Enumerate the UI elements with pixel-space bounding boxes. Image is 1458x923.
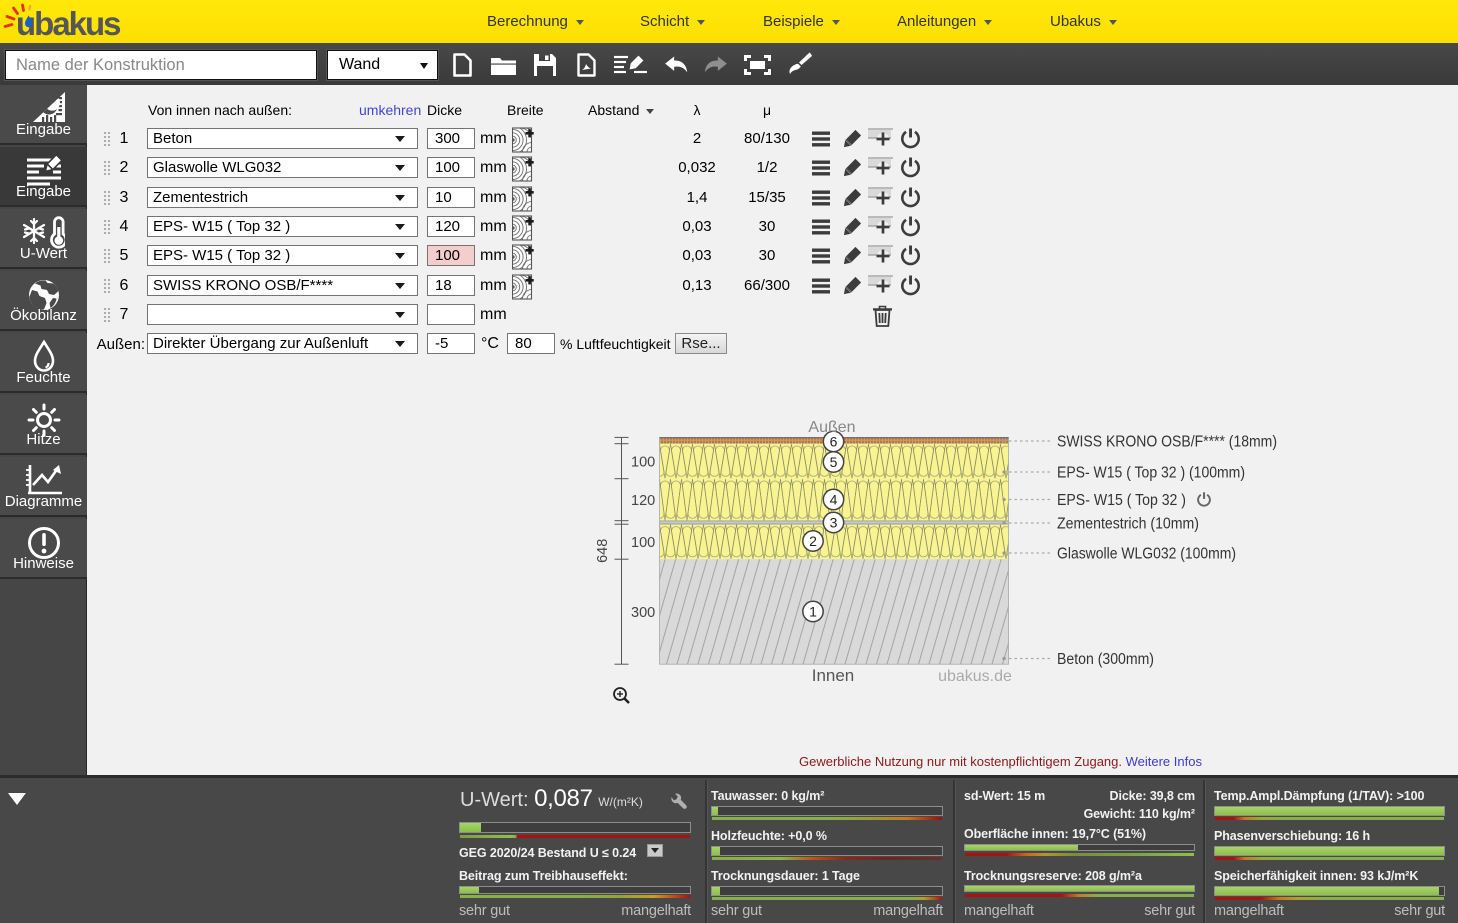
svg-text:EPS- W15 ( Top 32 ): EPS- W15 ( Top 32 ) xyxy=(1057,492,1186,509)
svg-text:300: 300 xyxy=(631,605,655,621)
svg-text:648: 648 xyxy=(595,539,611,563)
svg-text:1: 1 xyxy=(809,604,817,620)
svg-text:Beton (300mm): Beton (300mm) xyxy=(1057,651,1154,668)
svg-text:2: 2 xyxy=(809,533,817,549)
svg-text:5: 5 xyxy=(830,454,838,470)
svg-text:120: 120 xyxy=(631,493,655,509)
svg-text:100: 100 xyxy=(631,535,655,551)
svg-text:SWISS KRONO OSB/F**** (18mm): SWISS KRONO OSB/F**** (18mm) xyxy=(1057,434,1277,451)
svg-text:Innen: Innen xyxy=(812,666,855,685)
svg-text:EPS- W15 ( Top 32 ) (100mm): EPS- W15 ( Top 32 ) (100mm) xyxy=(1057,465,1245,482)
svg-text:ubakus.de: ubakus.de xyxy=(938,668,1012,685)
svg-text:Zementestrich (10mm): Zementestrich (10mm) xyxy=(1057,516,1199,533)
svg-text:4: 4 xyxy=(830,492,838,508)
svg-text:100: 100 xyxy=(631,455,655,471)
svg-text:Glaswolle WLG032 (100mm): Glaswolle WLG032 (100mm) xyxy=(1057,546,1236,563)
svg-text:3: 3 xyxy=(830,515,838,531)
svg-text:Außen: Außen xyxy=(808,419,855,436)
